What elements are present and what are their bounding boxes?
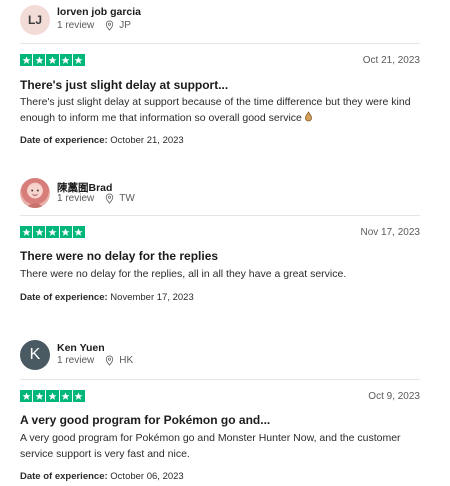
star-icon xyxy=(33,226,46,239)
experience-value: October 06, 2023 xyxy=(110,471,184,482)
experience-value: November 17, 2023 xyxy=(110,292,194,303)
star-icon xyxy=(72,226,85,239)
divider xyxy=(20,379,420,380)
location-pin-icon xyxy=(106,355,114,366)
star-icon xyxy=(20,390,33,403)
reviewer-name[interactable]: lorven job garcia xyxy=(57,6,141,18)
review-count: 1 review xyxy=(57,355,95,366)
reviewer-meta: 1 review HK xyxy=(57,355,133,366)
star-icon xyxy=(46,54,59,67)
divider xyxy=(20,43,420,44)
review-date: Oct 9, 2023 xyxy=(368,391,420,402)
review-body: A very good program for Pokémon go and M… xyxy=(20,431,432,462)
star-icon xyxy=(46,226,59,239)
experience-date: Date of experience: October 06, 2023 xyxy=(20,471,184,482)
experience-date: Date of experience: November 17, 2023 xyxy=(20,292,194,303)
star-icon xyxy=(72,390,85,403)
star-icon xyxy=(20,226,33,239)
star-rating xyxy=(20,226,85,239)
review-body-text: There's just slight delay at support bec… xyxy=(20,96,411,124)
star-rating xyxy=(20,390,85,403)
ok-hand-emoji-icon xyxy=(304,110,312,121)
reviewer-name[interactable]: Ken Yuen xyxy=(57,342,105,354)
star-icon xyxy=(20,54,33,67)
star-icon xyxy=(46,390,59,403)
review-title[interactable]: There's just slight delay at support... xyxy=(20,78,228,92)
avatar[interactable] xyxy=(20,178,50,208)
experience-label: Date of experience: xyxy=(20,292,108,303)
star-icon xyxy=(59,226,72,239)
star-icon xyxy=(33,54,46,67)
avatar[interactable]: K xyxy=(20,340,50,370)
divider xyxy=(20,215,420,216)
star-icon xyxy=(72,54,85,67)
reviewer-meta: 1 review JP xyxy=(57,20,131,31)
experience-date: Date of experience: October 21, 2023 xyxy=(20,135,184,146)
experience-label: Date of experience: xyxy=(20,471,108,482)
review-count: 1 review xyxy=(57,20,95,31)
review-date: Oct 21, 2023 xyxy=(362,55,420,66)
star-icon xyxy=(33,390,46,403)
review-body: There's just slight delay at support bec… xyxy=(20,95,432,126)
location-pin-icon xyxy=(106,193,114,204)
reviewer-country: JP xyxy=(119,20,131,31)
review-title[interactable]: A very good program for Pokémon go and..… xyxy=(20,413,270,427)
star-rating xyxy=(20,54,85,67)
reviewer-country: TW xyxy=(119,193,135,204)
star-icon xyxy=(59,390,72,403)
review-title[interactable]: There were no delay for the replies xyxy=(20,249,218,263)
avatar-photo-icon xyxy=(26,184,44,208)
review-date: Nov 17, 2023 xyxy=(360,227,421,238)
avatar[interactable]: LJ xyxy=(20,5,50,35)
review-body-text: There were no delay for the replies, all… xyxy=(20,268,347,280)
review-body: There were no delay for the replies, all… xyxy=(20,267,432,283)
star-icon xyxy=(59,54,72,67)
review-body-text: A very good program for Pokémon go and M… xyxy=(20,432,401,460)
review-count: 1 review xyxy=(57,193,95,204)
location-pin-icon xyxy=(106,20,114,31)
experience-value: October 21, 2023 xyxy=(110,135,184,146)
reviewer-meta: 1 review TW xyxy=(57,193,135,204)
reviewer-country: HK xyxy=(119,355,134,366)
experience-label: Date of experience: xyxy=(20,135,108,146)
